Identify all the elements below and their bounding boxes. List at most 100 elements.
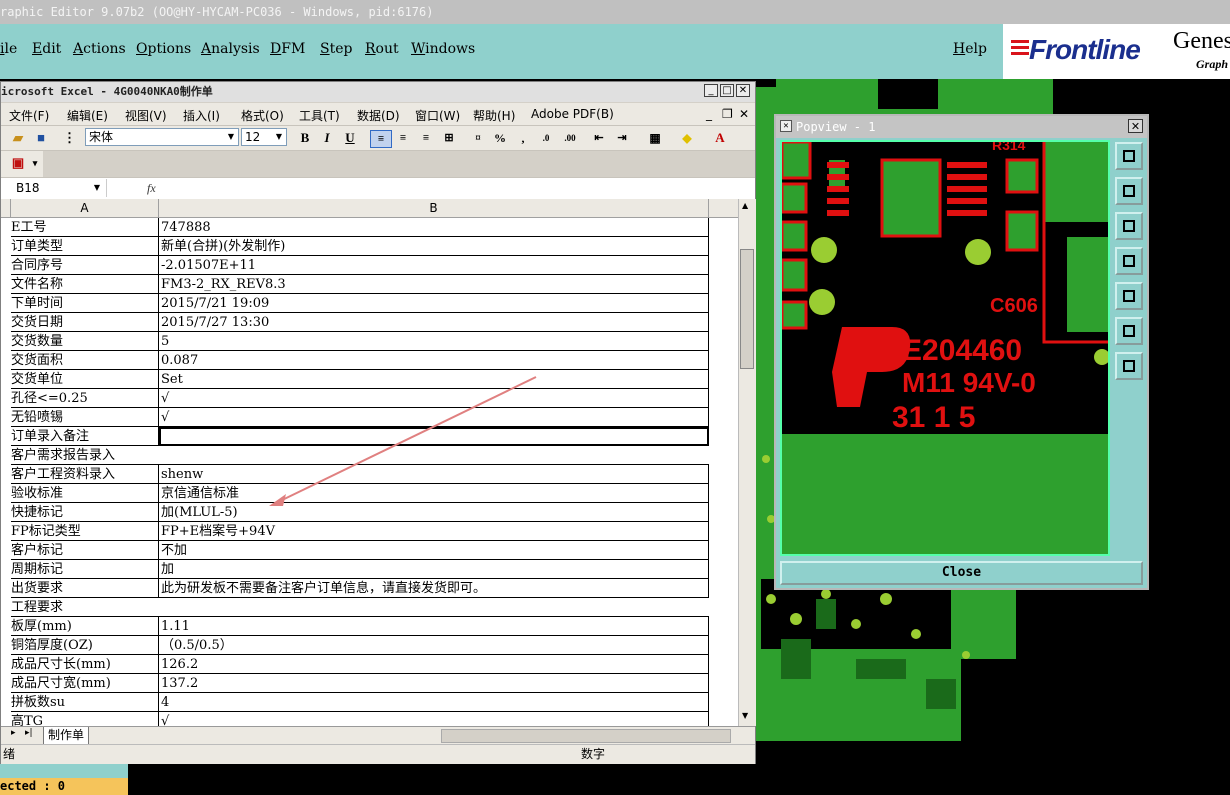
select-all-corner[interactable]	[1, 199, 11, 217]
percent-icon[interactable]: %	[492, 130, 508, 146]
cell-a[interactable]: 订单录入备注	[11, 427, 159, 446]
underline-button[interactable]: U	[342, 130, 358, 146]
cell-a[interactable]: 快捷标记	[11, 503, 159, 522]
sheet-nav-prev-icon[interactable]: ▸	[11, 728, 16, 738]
excel-close-button[interactable]: ✕	[736, 84, 750, 97]
doc-minimize-icon[interactable]: _	[706, 107, 712, 121]
excel-menu-tools[interactable]: 工具(T)	[299, 107, 340, 124]
popview-canvas[interactable]: R314 C606 E204460 M11 94V-0 31 1 5	[780, 140, 1110, 556]
cell-a[interactable]: 高TG	[11, 712, 159, 726]
cell-b[interactable]: 此为研发板不需要备注客户订单信息，请直接发货即可。	[159, 579, 709, 598]
cell-a[interactable]: 铜箔厚度(OZ)	[11, 636, 159, 655]
font-color-icon[interactable]: A	[709, 130, 731, 146]
doc-restore-icon[interactable]: ❐	[722, 107, 733, 121]
cell-a[interactable]: 出货要求	[11, 579, 159, 598]
cell-b[interactable]: 0.087	[159, 351, 709, 370]
increase-indent-icon[interactable]: ⇥	[613, 130, 631, 146]
cell-b[interactable]	[159, 427, 709, 446]
cell-a[interactable]: 客户标记	[11, 541, 159, 560]
decrease-decimal-icon[interactable]: .00	[561, 130, 579, 146]
pan-down-button[interactable]	[1115, 212, 1143, 240]
decrease-indent-icon[interactable]: ⇤	[590, 130, 608, 146]
column-a-header[interactable]: A	[11, 199, 159, 217]
menu-file[interactable]: ile	[0, 41, 17, 57]
comma-style-icon[interactable]: ,	[515, 130, 531, 146]
align-center-icon[interactable]: ≡	[394, 130, 412, 146]
cell-a[interactable]: 成品尺寸宽(mm)	[11, 674, 159, 693]
excel-maximize-button[interactable]: □	[720, 84, 734, 97]
cell-a[interactable]: 下单时间	[11, 294, 159, 313]
cell-a[interactable]: 工程要求	[11, 598, 709, 617]
cell-b[interactable]: 126.2	[159, 655, 709, 674]
cell-b[interactable]: √	[159, 389, 709, 408]
excel-menu-insert[interactable]: 插入(I)	[183, 107, 220, 124]
menu-help[interactable]: Help	[953, 41, 987, 57]
cell-a[interactable]: E工号	[11, 218, 159, 237]
cell-a[interactable]: 交货单位	[11, 370, 159, 389]
pan-left-button[interactable]	[1115, 247, 1143, 275]
borders-icon[interactable]: ▦	[644, 130, 666, 146]
menu-edit[interactable]: Edit	[32, 41, 61, 57]
cell-b[interactable]: √	[159, 712, 709, 726]
align-right-icon[interactable]: ≡	[417, 130, 435, 146]
font-size-combo[interactable]: 12 ▼	[241, 128, 287, 146]
menu-windows[interactable]: Windows	[411, 41, 475, 57]
zoom-out-button[interactable]	[1115, 352, 1143, 380]
pdf-icon[interactable]: ▣	[9, 155, 27, 171]
menu-analysis[interactable]: Analysis	[201, 41, 260, 57]
cell-b[interactable]: 加(MLUL-5)	[159, 503, 709, 522]
cell-b[interactable]: 137.2	[159, 674, 709, 693]
cell-a[interactable]: 文件名称	[11, 275, 159, 294]
cell-b[interactable]: 5	[159, 332, 709, 351]
font-name-combo[interactable]: 宋体 ▼	[85, 128, 239, 146]
cell-a[interactable]: 验收标准	[11, 484, 159, 503]
cell-b[interactable]: shenw	[159, 465, 709, 484]
vertical-scrollbar[interactable]: ▲ ▼	[738, 199, 756, 726]
cell-b[interactable]: Set	[159, 370, 709, 389]
scroll-thumb[interactable]	[740, 249, 754, 369]
cell-b[interactable]: √	[159, 408, 709, 427]
toolbar-grip-icon[interactable]: ⋮	[63, 130, 76, 146]
cell-a[interactable]: 客户需求报告录入	[11, 446, 709, 465]
menu-options[interactable]: Options	[136, 41, 191, 57]
cell-b[interactable]: FM3-2_RX_REV8.3	[159, 275, 709, 294]
excel-menu-file[interactable]: 文件(F)	[9, 107, 49, 124]
cell-a[interactable]: 成品尺寸长(mm)	[11, 655, 159, 674]
cell-b[interactable]: 4	[159, 693, 709, 712]
menu-actions[interactable]: Actions	[73, 41, 126, 57]
fill-color-icon[interactable]: ◆	[676, 130, 698, 146]
cell-b[interactable]: 新单(合拼)(外发制作)	[159, 237, 709, 256]
cell-b[interactable]: -2.01507E+11	[159, 256, 709, 275]
align-left-icon[interactable]: ≡	[370, 130, 392, 148]
excel-menu-edit[interactable]: 编辑(E)	[67, 107, 108, 124]
fx-icon[interactable]: fx	[147, 179, 156, 197]
cell-b[interactable]: 京信通信标准	[159, 484, 709, 503]
window-menu-icon[interactable]: ✕	[780, 120, 792, 132]
scroll-up-icon[interactable]: ▲	[742, 201, 748, 210]
increase-decimal-icon[interactable]: .0	[537, 130, 555, 146]
doc-close-icon[interactable]: ✕	[739, 107, 749, 121]
cell-a[interactable]: 孔径<=0.25	[11, 389, 159, 408]
menu-dfm[interactable]: DFM	[270, 41, 305, 57]
cell-b[interactable]: 1.11	[159, 617, 709, 636]
popview-close-icon[interactable]: ✕	[1128, 119, 1143, 133]
excel-menu-adobe-pdf[interactable]: Adobe PDF(B)	[531, 107, 614, 121]
menu-rout[interactable]: Rout	[365, 41, 399, 57]
excel-menu-window[interactable]: 窗口(W)	[415, 107, 460, 124]
bold-button[interactable]: B	[297, 130, 313, 146]
cell-b[interactable]: 747888	[159, 218, 709, 237]
save-icon[interactable]: ■	[33, 130, 49, 146]
cell-a[interactable]: 周期标记	[11, 560, 159, 579]
zoom-in-button[interactable]	[1115, 317, 1143, 345]
sheet-tab[interactable]: 制作单	[43, 727, 90, 745]
horizontal-scrollbar[interactable]	[441, 729, 731, 743]
open-icon[interactable]: ▰	[9, 130, 27, 146]
column-b-header[interactable]: B	[159, 199, 709, 217]
zoom-fit-button[interactable]	[1115, 142, 1143, 170]
cell-a[interactable]: 交货面积	[11, 351, 159, 370]
cell-b[interactable]: （0.5/0.5）	[159, 636, 709, 655]
worksheet-grid[interactable]: E工号 747888 订单类型 新单(合拼)(外发制作) 合同序号 -2.01507E+1…	[1, 218, 738, 726]
menu-step[interactable]: Step	[320, 41, 352, 57]
scroll-down-icon[interactable]: ▼	[742, 711, 748, 720]
chevron-down-icon[interactable]: ▾	[31, 155, 39, 171]
